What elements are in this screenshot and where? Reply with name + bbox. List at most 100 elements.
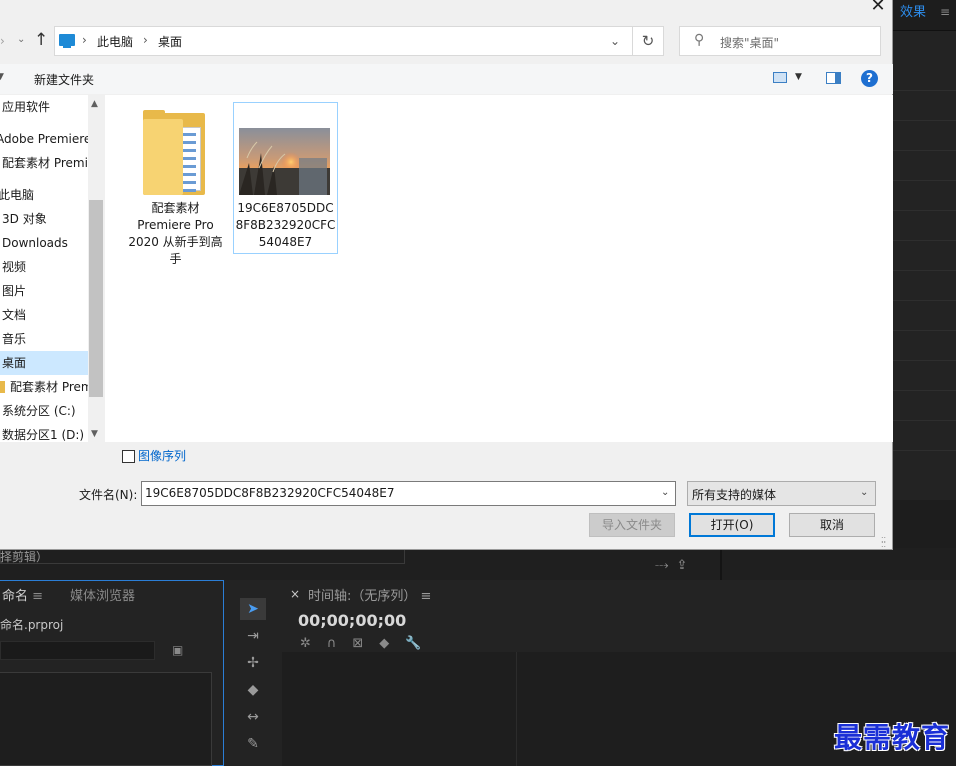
file-name-line: 54048E7 [258,235,313,249]
nav-item-drive-d[interactable]: 数据分区1 (D:) [0,424,88,446]
breadcrumb-desktop[interactable]: 桌面 [158,33,182,50]
project-list[interactable] [0,672,212,766]
nav-item-materials[interactable]: 配套素材 Premi [0,152,88,174]
folder-icon[interactable] [143,110,205,195]
selection-tool-icon[interactable]: ➤ [240,598,266,620]
timeline-title[interactable]: 时间轴:（无序列） ≡ [308,585,431,604]
search-box[interactable]: ⚲ 搜索"桌面" [679,26,881,56]
cancel-button[interactable]: 取消 [789,513,875,537]
timeline-close-icon[interactable]: × [290,587,300,601]
tab-menu-icon[interactable]: ≡ [421,589,432,604]
source-monitor-label: 择剪辑） [0,550,49,564]
organize-dropdown-icon[interactable]: ▼ [0,72,4,82]
breadcrumb-separator-icon[interactable]: › [143,33,148,47]
sunset-thumbnail-image [239,128,330,195]
search-icon: ⚲ [694,32,705,48]
forward-arrow-icon[interactable]: › [0,34,5,48]
media-browser-tab[interactable]: 媒体浏览器 [70,585,135,604]
nav-item-adobe-premiere[interactable]: Adobe Premiere [0,128,88,150]
new-folder-button[interactable]: 新建文件夹 [34,71,94,88]
file-list-view[interactable] [105,95,893,442]
panel-row-divider [893,300,956,301]
file-name-line: 配套素材 [151,201,200,215]
preview-pane-icon[interactable] [826,72,841,84]
nav-item-desktop[interactable]: 桌面 [0,351,88,375]
image-sequence-checkbox[interactable] [122,450,135,463]
watermark-logo: 最需教育 [833,721,950,754]
project-tab[interactable]: 命名 ≡ [2,585,43,604]
file-type-select[interactable]: 所有支持的媒体 [687,481,876,506]
nav-item-apps[interactable]: 应用软件 [0,96,88,118]
file-item-image-label[interactable]: 19C6E8705DDC 8F8B232920CFC 54048E7 [234,200,337,251]
file-name-line: 8F8B232920CFC [235,218,336,232]
pen-tool-icon[interactable]: ✎ [240,733,266,755]
up-arrow-icon[interactable]: ↑ [34,30,48,50]
timeline-snap-icon[interactable]: ✲∩⊠◆🔧 [300,636,437,651]
project-tab-label: 命名 [2,589,29,604]
panel-row-divider [893,180,956,181]
scroll-up-icon[interactable]: ▲ [91,99,98,109]
view-dropdown-icon[interactable]: ▼ [795,72,802,82]
folder-icon [0,381,5,393]
project-search-input[interactable] [0,641,155,660]
nav-item-downloads[interactable]: Downloads [0,232,88,254]
effects-tab[interactable]: 效果 [900,1,926,20]
file-type-dropdown-icon[interactable]: ⌄ [860,487,868,498]
slip-tool-icon[interactable]: ↔ [240,706,266,728]
file-item-folder[interactable]: 配套素材 Premiere Pro 2020 从新手到高 手 [123,200,228,268]
image-sequence-label[interactable]: 图像序列 [138,447,186,464]
panel-row-divider [893,270,956,271]
recent-locations-chevron-icon[interactable]: ⌄ [17,34,25,45]
effects-panel-body [893,30,956,500]
nav-item-videos[interactable]: 视频 [0,256,88,278]
razor-tool-icon[interactable]: ◆ [240,679,266,701]
panel-row-divider [893,390,956,391]
nav-item-drive-c[interactable]: 系统分区 (C:) [0,400,88,422]
breadcrumb-separator-icon[interactable]: › [82,33,87,47]
open-button[interactable]: 打开(O) [689,513,775,537]
nav-item-music[interactable]: 音乐 [0,328,88,350]
address-dropdown-icon[interactable]: ⌄ [610,34,620,48]
filename-label: 文件名(N): [79,488,138,502]
panel-row-divider [893,420,956,421]
panel-row-divider [893,120,956,121]
import-folder-button[interactable]: 导入文件夹 [589,513,675,537]
panel-row-divider [893,240,956,241]
nav-item-documents[interactable]: 文档 [0,304,88,326]
scroll-thumb[interactable] [89,200,103,397]
search-placeholder: 搜索"桌面" [720,36,780,50]
tab-menu-icon[interactable]: ≡ [32,589,43,604]
timeline-divider [516,652,517,766]
folder-tab [143,110,165,116]
nav-item-desktop-folder-label: 配套素材 Prem [10,380,88,394]
view-options-icon[interactable] [773,72,787,83]
scroll-down-icon[interactable]: ▼ [91,429,98,439]
new-bin-icon[interactable]: ▣ [172,643,183,657]
nav-item-3d-objects[interactable]: 3D 对象 [0,208,88,230]
timeline-timecode[interactable]: 00;00;00;00 [298,611,406,630]
nav-item-this-pc[interactable]: 此电脑 [0,184,88,206]
export-frame-icon[interactable]: ⤏⇪ [655,558,695,573]
panel-row-divider [893,210,956,211]
breadcrumb-this-pc[interactable]: 此电脑 [97,33,133,50]
panel-menu-icon[interactable]: ≡ [940,5,950,19]
project-filename: 命名.prproj [0,618,64,632]
dialog-toolbar [0,64,893,94]
file-name-line: 19C6E8705DDC [237,201,334,215]
file-name-line: 2020 从新手到高 [128,235,223,249]
address-bar[interactable]: › 此电脑 › 桌面 ⌄ [54,26,664,56]
file-name-line: 手 [169,252,182,266]
resize-grip-icon[interactable]: ⁚⁚ ⁚⁚ [881,537,886,549]
dialog-close-icon[interactable]: ✕ [866,0,890,16]
track-select-tool-icon[interactable]: ⇥ [240,625,266,647]
monitor-icon [59,34,75,48]
help-icon[interactable]: ? [861,70,878,87]
filename-dropdown-icon[interactable]: ⌄ [661,487,669,498]
filename-input[interactable]: 19C6E8705DDC8F8B232920CFC54048E7 [141,481,676,506]
panel-row-divider [893,90,956,91]
file-name-line: Premiere Pro [137,218,214,232]
nav-item-desktop-folder[interactable]: 配套素材 Prem [0,376,88,398]
ripple-edit-tool-icon[interactable]: ✢ [240,652,266,674]
refresh-icon[interactable]: ↻ [632,26,664,56]
nav-item-pictures[interactable]: 图片 [0,280,88,302]
